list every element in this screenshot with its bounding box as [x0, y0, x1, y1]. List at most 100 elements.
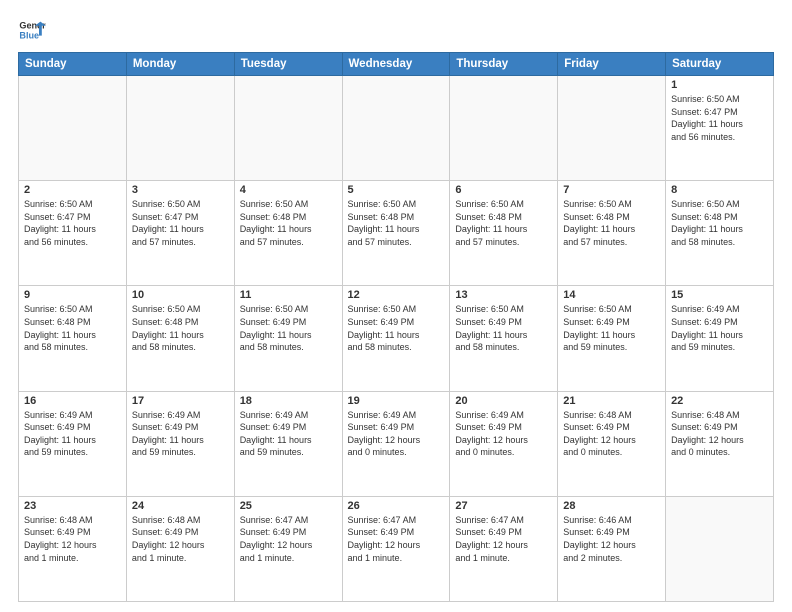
- calendar-cell: 18 Sunrise: 6:49 AM Sunset: 6:49 PM Dayli…: [234, 391, 342, 496]
- header: General Blue: [18, 16, 774, 44]
- calendar-cell: 1 Sunrise: 6:50 AM Sunset: 6:47 PM Daylig…: [666, 76, 774, 181]
- day-info: Sunrise: 6:47 AM Sunset: 6:49 PM Dayligh…: [455, 514, 552, 564]
- day-info: Sunrise: 6:50 AM Sunset: 6:49 PM Dayligh…: [348, 303, 445, 353]
- day-number: 14: [563, 289, 660, 301]
- day-number: 27: [455, 500, 552, 512]
- calendar-cell: 4Sunrise: 6:50 AM Sunset: 6:48 PM Daylig…: [234, 181, 342, 286]
- day-number: 26: [348, 500, 445, 512]
- day-info: Sunrise: 6:50 AM Sunset: 6:49 PM Dayligh…: [563, 303, 660, 353]
- day-number: 2: [24, 184, 121, 196]
- calendar-week-2: 2 Sunrise: 6:50 AM Sunset: 6:47 PM Daylig…: [19, 181, 774, 286]
- col-header-friday: Friday: [558, 53, 666, 76]
- day-number: 16: [24, 395, 121, 407]
- day-info: Sunrise: 6:48 AM Sunset: 6:49 PM Dayligh…: [671, 409, 768, 459]
- calendar-week-1: 1 Sunrise: 6:50 AM Sunset: 6:47 PM Daylig…: [19, 76, 774, 181]
- calendar-cell: 10Sunrise: 6:50 AM Sunset: 6:48 PM Dayli…: [126, 286, 234, 391]
- calendar-cell: 8 Sunrise: 6:50 AM Sunset: 6:48 PM Daylig…: [666, 181, 774, 286]
- day-info: Sunrise: 6:50 AM Sunset: 6:48 PM Dayligh…: [348, 198, 445, 248]
- logo-icon: General Blue: [18, 16, 46, 44]
- calendar-cell: 3 Sunrise: 6:50 AM Sunset: 6:47 PM Daylig…: [126, 181, 234, 286]
- day-info: Sunrise: 6:50 AM Sunset: 6:48 PM Dayligh…: [563, 198, 660, 248]
- day-number: 13: [455, 289, 552, 301]
- day-info: Sunrise: 6:49 AM Sunset: 6:49 PM Dayligh…: [132, 409, 229, 459]
- day-number: 3: [132, 184, 229, 196]
- day-number: 22: [671, 395, 768, 407]
- day-info: Sunrise: 6:49 AM Sunset: 6:49 PM Dayligh…: [240, 409, 337, 459]
- col-header-monday: Monday: [126, 53, 234, 76]
- calendar-cell: [558, 76, 666, 181]
- calendar-cell: 14 Sunrise: 6:50 AM Sunset: 6:49 PM Dayli…: [558, 286, 666, 391]
- calendar-cell: 21Sunrise: 6:48 AM Sunset: 6:49 PM Dayli…: [558, 391, 666, 496]
- day-number: 1: [671, 79, 768, 91]
- day-info: Sunrise: 6:49 AM Sunset: 6:49 PM Dayligh…: [24, 409, 121, 459]
- calendar-cell: 16 Sunrise: 6:49 AM Sunset: 6:49 PM Dayli…: [19, 391, 127, 496]
- calendar-cell: 11 Sunrise: 6:50 AM Sunset: 6:49 PM Dayli…: [234, 286, 342, 391]
- col-header-wednesday: Wednesday: [342, 53, 450, 76]
- calendar-cell: [19, 76, 127, 181]
- day-number: 15: [671, 289, 768, 301]
- day-info: Sunrise: 6:48 AM Sunset: 6:49 PM Dayligh…: [24, 514, 121, 564]
- calendar-cell: [342, 76, 450, 181]
- day-number: 24: [132, 500, 229, 512]
- day-info: Sunrise: 6:50 AM Sunset: 6:47 PM Dayligh…: [132, 198, 229, 248]
- day-info: Sunrise: 6:50 AM Sunset: 6:47 PM Dayligh…: [671, 93, 768, 143]
- col-header-tuesday: Tuesday: [234, 53, 342, 76]
- calendar-week-4: 16 Sunrise: 6:49 AM Sunset: 6:49 PM Dayli…: [19, 391, 774, 496]
- calendar-table: SundayMondayTuesdayWednesdayThursdayFrid…: [18, 52, 774, 602]
- col-header-sunday: Sunday: [19, 53, 127, 76]
- day-info: Sunrise: 6:50 AM Sunset: 6:48 PM Dayligh…: [240, 198, 337, 248]
- day-number: 8: [671, 184, 768, 196]
- calendar-cell: 13 Sunrise: 6:50 AM Sunset: 6:49 PM Dayli…: [450, 286, 558, 391]
- day-info: Sunrise: 6:49 AM Sunset: 6:49 PM Dayligh…: [455, 409, 552, 459]
- calendar-cell: 6Sunrise: 6:50 AM Sunset: 6:48 PM Daylig…: [450, 181, 558, 286]
- calendar-cell: [126, 76, 234, 181]
- day-info: Sunrise: 6:50 AM Sunset: 6:48 PM Dayligh…: [671, 198, 768, 248]
- day-number: 28: [563, 500, 660, 512]
- col-header-saturday: Saturday: [666, 53, 774, 76]
- calendar-week-5: 23 Sunrise: 6:48 AM Sunset: 6:49 PM Dayli…: [19, 496, 774, 601]
- calendar-cell: 19Sunrise: 6:49 AM Sunset: 6:49 PM Dayli…: [342, 391, 450, 496]
- day-info: Sunrise: 6:48 AM Sunset: 6:49 PM Dayligh…: [132, 514, 229, 564]
- day-info: Sunrise: 6:49 AM Sunset: 6:49 PM Dayligh…: [671, 303, 768, 353]
- day-info: Sunrise: 6:47 AM Sunset: 6:49 PM Dayligh…: [348, 514, 445, 564]
- day-info: Sunrise: 6:50 AM Sunset: 6:48 PM Dayligh…: [132, 303, 229, 353]
- day-number: 19: [348, 395, 445, 407]
- calendar-cell: 2 Sunrise: 6:50 AM Sunset: 6:47 PM Daylig…: [19, 181, 127, 286]
- logo: General Blue: [18, 16, 50, 44]
- calendar-cell: 15 Sunrise: 6:49 AM Sunset: 6:49 PM Dayli…: [666, 286, 774, 391]
- calendar-cell: 22 Sunrise: 6:48 AM Sunset: 6:49 PM Dayli…: [666, 391, 774, 496]
- calendar-cell: [234, 76, 342, 181]
- calendar-cell: 9Sunrise: 6:50 AM Sunset: 6:48 PM Daylig…: [19, 286, 127, 391]
- day-number: 9: [24, 289, 121, 301]
- calendar-header-row: SundayMondayTuesdayWednesdayThursdayFrid…: [19, 53, 774, 76]
- day-number: 23: [24, 500, 121, 512]
- day-number: 25: [240, 500, 337, 512]
- day-number: 7: [563, 184, 660, 196]
- col-header-thursday: Thursday: [450, 53, 558, 76]
- calendar-week-3: 9 Sunrise: 6:50 AM Sunset: 6:48 PM Daylig…: [19, 286, 774, 391]
- day-number: 5: [348, 184, 445, 196]
- calendar-cell: 25Sunrise: 6:47 AM Sunset: 6:49 PM Dayli…: [234, 496, 342, 601]
- day-number: 17: [132, 395, 229, 407]
- calendar-cell: 12Sunrise: 6:50 AM Sunset: 6:49 PM Dayli…: [342, 286, 450, 391]
- day-number: 18: [240, 395, 337, 407]
- calendar-cell: 27 Sunrise: 6:47 AM Sunset: 6:49 PM Dayli…: [450, 496, 558, 601]
- day-info: Sunrise: 6:50 AM Sunset: 6:49 PM Dayligh…: [240, 303, 337, 353]
- calendar-cell: [666, 496, 774, 601]
- calendar-cell: 5 Sunrise: 6:50 AM Sunset: 6:48 PM Daylig…: [342, 181, 450, 286]
- day-number: 11: [240, 289, 337, 301]
- calendar-cell: 20Sunrise: 6:49 AM Sunset: 6:49 PM Dayli…: [450, 391, 558, 496]
- calendar-cell: 23 Sunrise: 6:48 AM Sunset: 6:49 PM Dayli…: [19, 496, 127, 601]
- day-info: Sunrise: 6:48 AM Sunset: 6:49 PM Dayligh…: [563, 409, 660, 459]
- day-info: Sunrise: 6:50 AM Sunset: 6:47 PM Dayligh…: [24, 198, 121, 248]
- calendar-cell: 28 Sunrise: 6:46 AM Sunset: 6:49 PM Dayli…: [558, 496, 666, 601]
- day-info: Sunrise: 6:46 AM Sunset: 6:49 PM Dayligh…: [563, 514, 660, 564]
- day-info: Sunrise: 6:50 AM Sunset: 6:49 PM Dayligh…: [455, 303, 552, 353]
- svg-text:Blue: Blue: [19, 30, 39, 40]
- page: General Blue SundayMondayTuesdayWednesda…: [0, 0, 792, 612]
- calendar-body: 1 Sunrise: 6:50 AM Sunset: 6:47 PM Daylig…: [19, 76, 774, 602]
- day-number: 6: [455, 184, 552, 196]
- calendar-cell: 17 Sunrise: 6:49 AM Sunset: 6:49 PM Dayli…: [126, 391, 234, 496]
- calendar-cell: 24 Sunrise: 6:48 AM Sunset: 6:49 PM Dayli…: [126, 496, 234, 601]
- calendar-cell: [450, 76, 558, 181]
